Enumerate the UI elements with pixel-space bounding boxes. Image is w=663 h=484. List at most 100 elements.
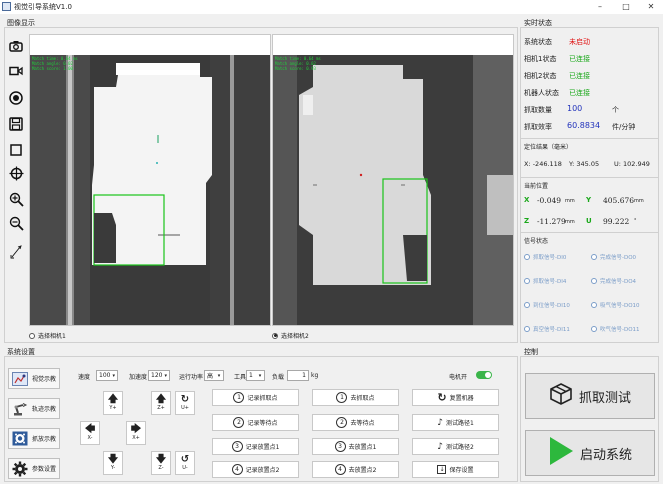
arrow-left-icon: 🡄 <box>84 424 96 435</box>
go-wait-point-button[interactable]: 2 去等待点 <box>312 414 399 431</box>
tool-label: 工具 <box>234 374 247 381</box>
grab-teach-label: 抓放示教 <box>32 436 57 443</box>
chevron-down-icon: ▾ <box>217 372 221 379</box>
record-wait-point-button[interactable]: 2 记录等待点 <box>212 414 299 431</box>
pos-z-label: Z <box>524 217 530 225</box>
minimize-button[interactable]: – <box>588 0 612 14</box>
select-camera-2-label: 选择相机2 <box>281 333 309 340</box>
title-bar <box>0 0 663 14</box>
accel-label: 加速度 <box>129 374 148 381</box>
record-icon[interactable] <box>8 90 24 106</box>
robot-status-label: 机器人状态 <box>524 89 559 97</box>
signal-indicator: 到位信号-DI10 <box>524 301 570 309</box>
signal-indicator: 完成信号-DO4 <box>591 277 636 285</box>
pos-z-value: -11.279 <box>537 217 566 226</box>
motor-toggle[interactable] <box>476 371 492 379</box>
grab-test-button[interactable]: 抓取测试 <box>525 373 655 419</box>
zoom-in-icon[interactable] <box>8 191 24 207</box>
jog-x-minus-button[interactable]: 🡄 X- <box>80 421 100 445</box>
start-system-button[interactable]: 启动系统 <box>525 430 655 476</box>
grab-count-unit: 个 <box>612 106 619 114</box>
param-settings-label: 参数设置 <box>32 466 57 473</box>
camera-1-view[interactable]: Match time: 0.64 ms Match angle: 0.02 Ma… <box>29 34 271 326</box>
record-place-point-2-button[interactable]: 4 记录放置点2 <box>212 461 299 478</box>
jog-u-plus-button[interactable]: ↻ U+ <box>175 391 195 415</box>
close-button[interactable]: ✕ <box>639 0 663 14</box>
trajectory-teach-label: 轨迹示教 <box>32 406 57 413</box>
camera1-status-label: 相机1状态 <box>524 55 557 63</box>
tool-select[interactable]: 1 ▾ <box>246 370 265 381</box>
path-icon: ♪ <box>437 441 443 452</box>
arrow-right-icon: 🡆 <box>130 424 142 435</box>
motor-label: 电机开 <box>449 374 468 381</box>
camera1-status-value: 已连接 <box>569 55 590 63</box>
go-place-point-1-button[interactable]: 3 去放置点1 <box>312 438 399 455</box>
record-grab-point-button[interactable]: 1 记录抓取点 <box>212 389 299 406</box>
jog-y-plus-button[interactable]: 🡅 Y+ <box>103 391 123 415</box>
chevron-down-icon: ▾ <box>258 372 262 379</box>
go-grab-point-button[interactable]: 1 去抓取点 <box>312 389 399 406</box>
vision-teach-button[interactable]: 视觉示教 <box>8 368 60 389</box>
reset-robot-button[interactable]: ↻ 复置机器 <box>412 389 499 406</box>
jog-x-plus-button[interactable]: 🡆 X+ <box>126 421 146 445</box>
cam2-overlay-line: Match score: 0.93 <box>275 66 316 71</box>
grab-efficiency-label: 抓取效率 <box>524 123 552 131</box>
camera2-status-value: 已连接 <box>569 72 590 80</box>
position-title: 当前位置 <box>524 183 549 190</box>
pos-z-unit: mm <box>565 219 575 225</box>
fit-icon[interactable] <box>8 244 24 260</box>
go-place-point-2-button[interactable]: 4 去放置点2 <box>312 461 399 478</box>
camera-icon[interactable] <box>8 38 24 54</box>
signal-indicator: 真空信号-DI11 <box>524 325 570 333</box>
save-icon: ↓ <box>437 465 447 474</box>
test-path-1-button[interactable]: ♪ 测试路径1 <box>412 414 499 431</box>
grab-icon <box>11 430 29 447</box>
grab-count-value: 100 <box>567 104 583 113</box>
box-icon <box>549 382 573 410</box>
divider <box>521 177 658 178</box>
select-camera-1-radio[interactable]: 选择相机1 <box>29 331 66 340</box>
divider <box>521 138 658 139</box>
record-place-point-1-button[interactable]: 3 记录放置点1 <box>212 438 299 455</box>
maximize-button[interactable]: □ <box>614 0 638 14</box>
locate-x: X: -246.118 <box>524 160 562 168</box>
locate-title: 定位结果（毫米） <box>524 144 573 151</box>
pos-x-value: -0.049 <box>537 196 562 205</box>
crosshair-icon[interactable] <box>8 165 24 181</box>
jog-z-plus-button[interactable]: 🡅 Z+ <box>151 391 171 415</box>
chevron-down-icon: ▾ <box>164 372 167 379</box>
jog-z-minus-button[interactable]: 🡇 Z- <box>151 451 171 475</box>
jog-y-minus-button[interactable]: 🡇 Y- <box>103 451 123 475</box>
test-path-2-button[interactable]: ♪ 测试路径2 <box>412 438 499 455</box>
robot-arm-icon <box>11 400 29 417</box>
arrow-up-icon: 🡅 <box>107 394 119 405</box>
camera-2-view[interactable]: Match time: 0.64 ms Match angle: 0.02 Ma… <box>272 34 514 326</box>
signal-indicator: 抓取信号-DI0 <box>524 253 566 261</box>
trajectory-teach-button[interactable]: 轨迹示教 <box>8 398 60 419</box>
save-settings-button[interactable]: ↓ 保存设置 <box>412 461 499 478</box>
robot-vision-icon <box>11 370 29 387</box>
load-input[interactable]: 1 <box>287 370 309 381</box>
pos-y-unit: mm <box>634 198 644 204</box>
zoom-out-icon[interactable] <box>8 215 24 231</box>
param-settings-button[interactable]: 参数设置 <box>8 458 60 479</box>
grab-efficiency-value: 60.8834 <box>567 121 601 130</box>
locate-u: U: 102.949 <box>614 160 650 168</box>
gear-icon <box>11 460 29 477</box>
select-camera-1-label: 选择相机1 <box>38 333 66 340</box>
accel-select[interactable]: 120 ▾ <box>148 370 170 381</box>
reset-icon: ↻ <box>437 391 447 404</box>
load-label: 负载 <box>272 374 285 381</box>
grab-teach-button[interactable]: 抓放示教 <box>8 428 60 449</box>
crop-icon[interactable] <box>8 142 24 158</box>
select-camera-2-radio[interactable]: 选择相机2 <box>272 331 309 340</box>
save-icon[interactable] <box>8 116 24 132</box>
speed-select[interactable]: 100 ▾ <box>96 370 118 381</box>
play-icon <box>548 436 574 470</box>
arrow-up-icon: 🡅 <box>155 394 167 405</box>
video-icon[interactable] <box>8 63 24 79</box>
power-select[interactable]: 高 ▾ <box>204 370 224 381</box>
jog-u-minus-button[interactable]: ↺ U- <box>175 451 195 475</box>
rotate-cw-icon: ↻ <box>180 394 190 405</box>
window-title: 视觉引导系统V1.0 <box>14 3 72 11</box>
